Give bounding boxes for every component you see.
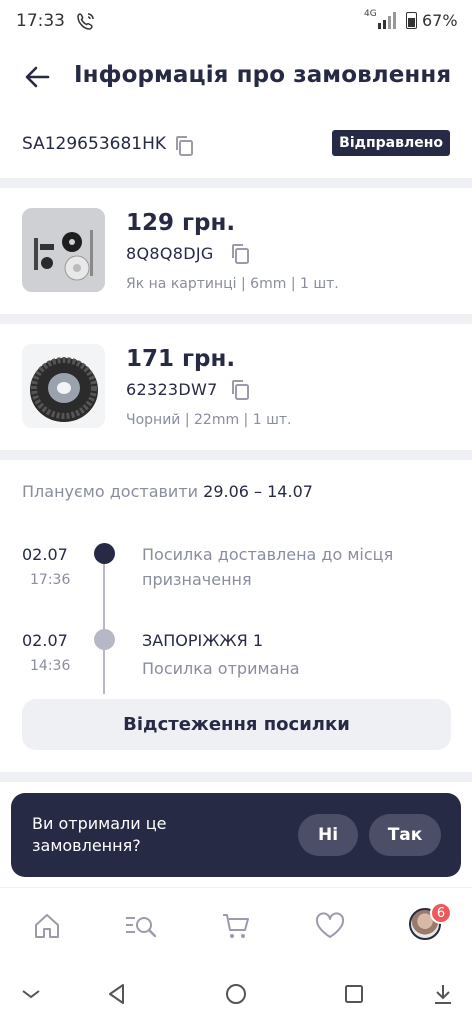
section-divider bbox=[0, 314, 472, 324]
section-divider bbox=[0, 450, 472, 460]
section-divider bbox=[0, 772, 472, 782]
copy-icon[interactable] bbox=[230, 379, 250, 401]
call-icon bbox=[77, 13, 94, 30]
tracking-timeline: 02.07 17:36 Посилка доставлена до місця … bbox=[0, 540, 472, 695]
copy-icon[interactable] bbox=[174, 135, 194, 157]
event-date: 02.07 bbox=[22, 631, 68, 650]
tab-cart[interactable] bbox=[218, 908, 254, 944]
product-image[interactable] bbox=[22, 344, 105, 428]
timeline-line bbox=[103, 554, 105, 694]
status-time: 17:33 bbox=[16, 11, 65, 31]
page-title: Інформація про замовлення bbox=[74, 62, 452, 88]
section-divider bbox=[0, 178, 472, 188]
track-parcel-button[interactable]: Відстеження посилки bbox=[22, 699, 451, 750]
back-nav-icon[interactable] bbox=[104, 981, 130, 1007]
search-list-icon bbox=[126, 917, 157, 938]
status-badge: Відправлено bbox=[332, 130, 450, 156]
download-icon[interactable] bbox=[430, 981, 456, 1007]
chevron-down-icon[interactable] bbox=[18, 981, 44, 1007]
no-button[interactable]: Ні bbox=[298, 814, 358, 856]
tab-home[interactable] bbox=[29, 908, 65, 944]
network-type: 4G bbox=[364, 9, 377, 19]
recents-nav-icon[interactable] bbox=[341, 981, 367, 1007]
event-time: 14:36 bbox=[30, 658, 71, 674]
product-sku: 8Q8Q8DJG bbox=[126, 244, 214, 263]
product-card[interactable]: 171 грн. 62323DW7 Чорний | 22mm | 1 шт. bbox=[0, 344, 472, 464]
heart-icon bbox=[315, 912, 345, 938]
event-date: 02.07 bbox=[22, 545, 68, 564]
product-sku: 62323DW7 bbox=[126, 380, 218, 399]
signal-icon bbox=[378, 12, 396, 29]
cart-icon bbox=[223, 914, 249, 938]
product-price: 171 грн. bbox=[126, 346, 236, 372]
home-icon bbox=[35, 914, 59, 938]
flap-disc-image bbox=[22, 344, 105, 428]
battery-percent: 67% bbox=[422, 11, 458, 30]
product-variant: Чорний | 22mm | 1 шт. bbox=[126, 412, 292, 428]
notification-badge: 6 bbox=[430, 902, 452, 924]
home-nav-icon[interactable] bbox=[223, 981, 249, 1007]
prompt-question: Ви отримали це замовлення? bbox=[32, 814, 167, 855]
grinder-kit-image bbox=[22, 208, 105, 292]
order-id: SA129653681HK bbox=[22, 134, 167, 154]
status-bar: 17:33 4G 67% bbox=[0, 0, 472, 44]
timeline-dot-active bbox=[94, 543, 115, 564]
app-header: Інформація про замовлення bbox=[0, 50, 472, 106]
event-text: Посилка отримана bbox=[142, 659, 300, 678]
delivery-plan-dates: 29.06 – 14.07 bbox=[203, 482, 313, 501]
yes-button[interactable]: Так bbox=[369, 814, 441, 856]
product-price: 129 грн. bbox=[126, 210, 236, 236]
event-title: ЗАПОРІЖЖЯ 1 bbox=[142, 631, 264, 650]
arrow-left-icon[interactable] bbox=[22, 62, 52, 92]
product-variant: Як на картинці | 6mm | 1 шт. bbox=[126, 276, 339, 292]
copy-icon[interactable] bbox=[230, 243, 250, 265]
system-navigation-bar bbox=[0, 963, 472, 1024]
product-card[interactable]: 129 грн. 8Q8Q8DJG Як на картинці | 6mm |… bbox=[0, 208, 472, 328]
bottom-tab-bar: 6 bbox=[0, 887, 472, 963]
delivery-plan: Плануємо доставити 29.06 – 14.07 bbox=[22, 482, 313, 501]
timeline-dot bbox=[94, 629, 115, 650]
product-image[interactable] bbox=[22, 208, 105, 292]
battery-icon bbox=[406, 12, 417, 29]
order-id-row: SA129653681HK Відправлено bbox=[0, 122, 472, 168]
event-time: 17:36 bbox=[30, 572, 71, 588]
tab-favorites[interactable] bbox=[312, 908, 348, 944]
delivery-plan-label: Плануємо доставити bbox=[22, 482, 199, 501]
tab-catalog[interactable] bbox=[123, 908, 159, 944]
order-received-prompt: Ви отримали це замовлення? Ні Так bbox=[11, 793, 461, 877]
event-text: Посилка доставлена до місця призначення bbox=[142, 545, 394, 589]
